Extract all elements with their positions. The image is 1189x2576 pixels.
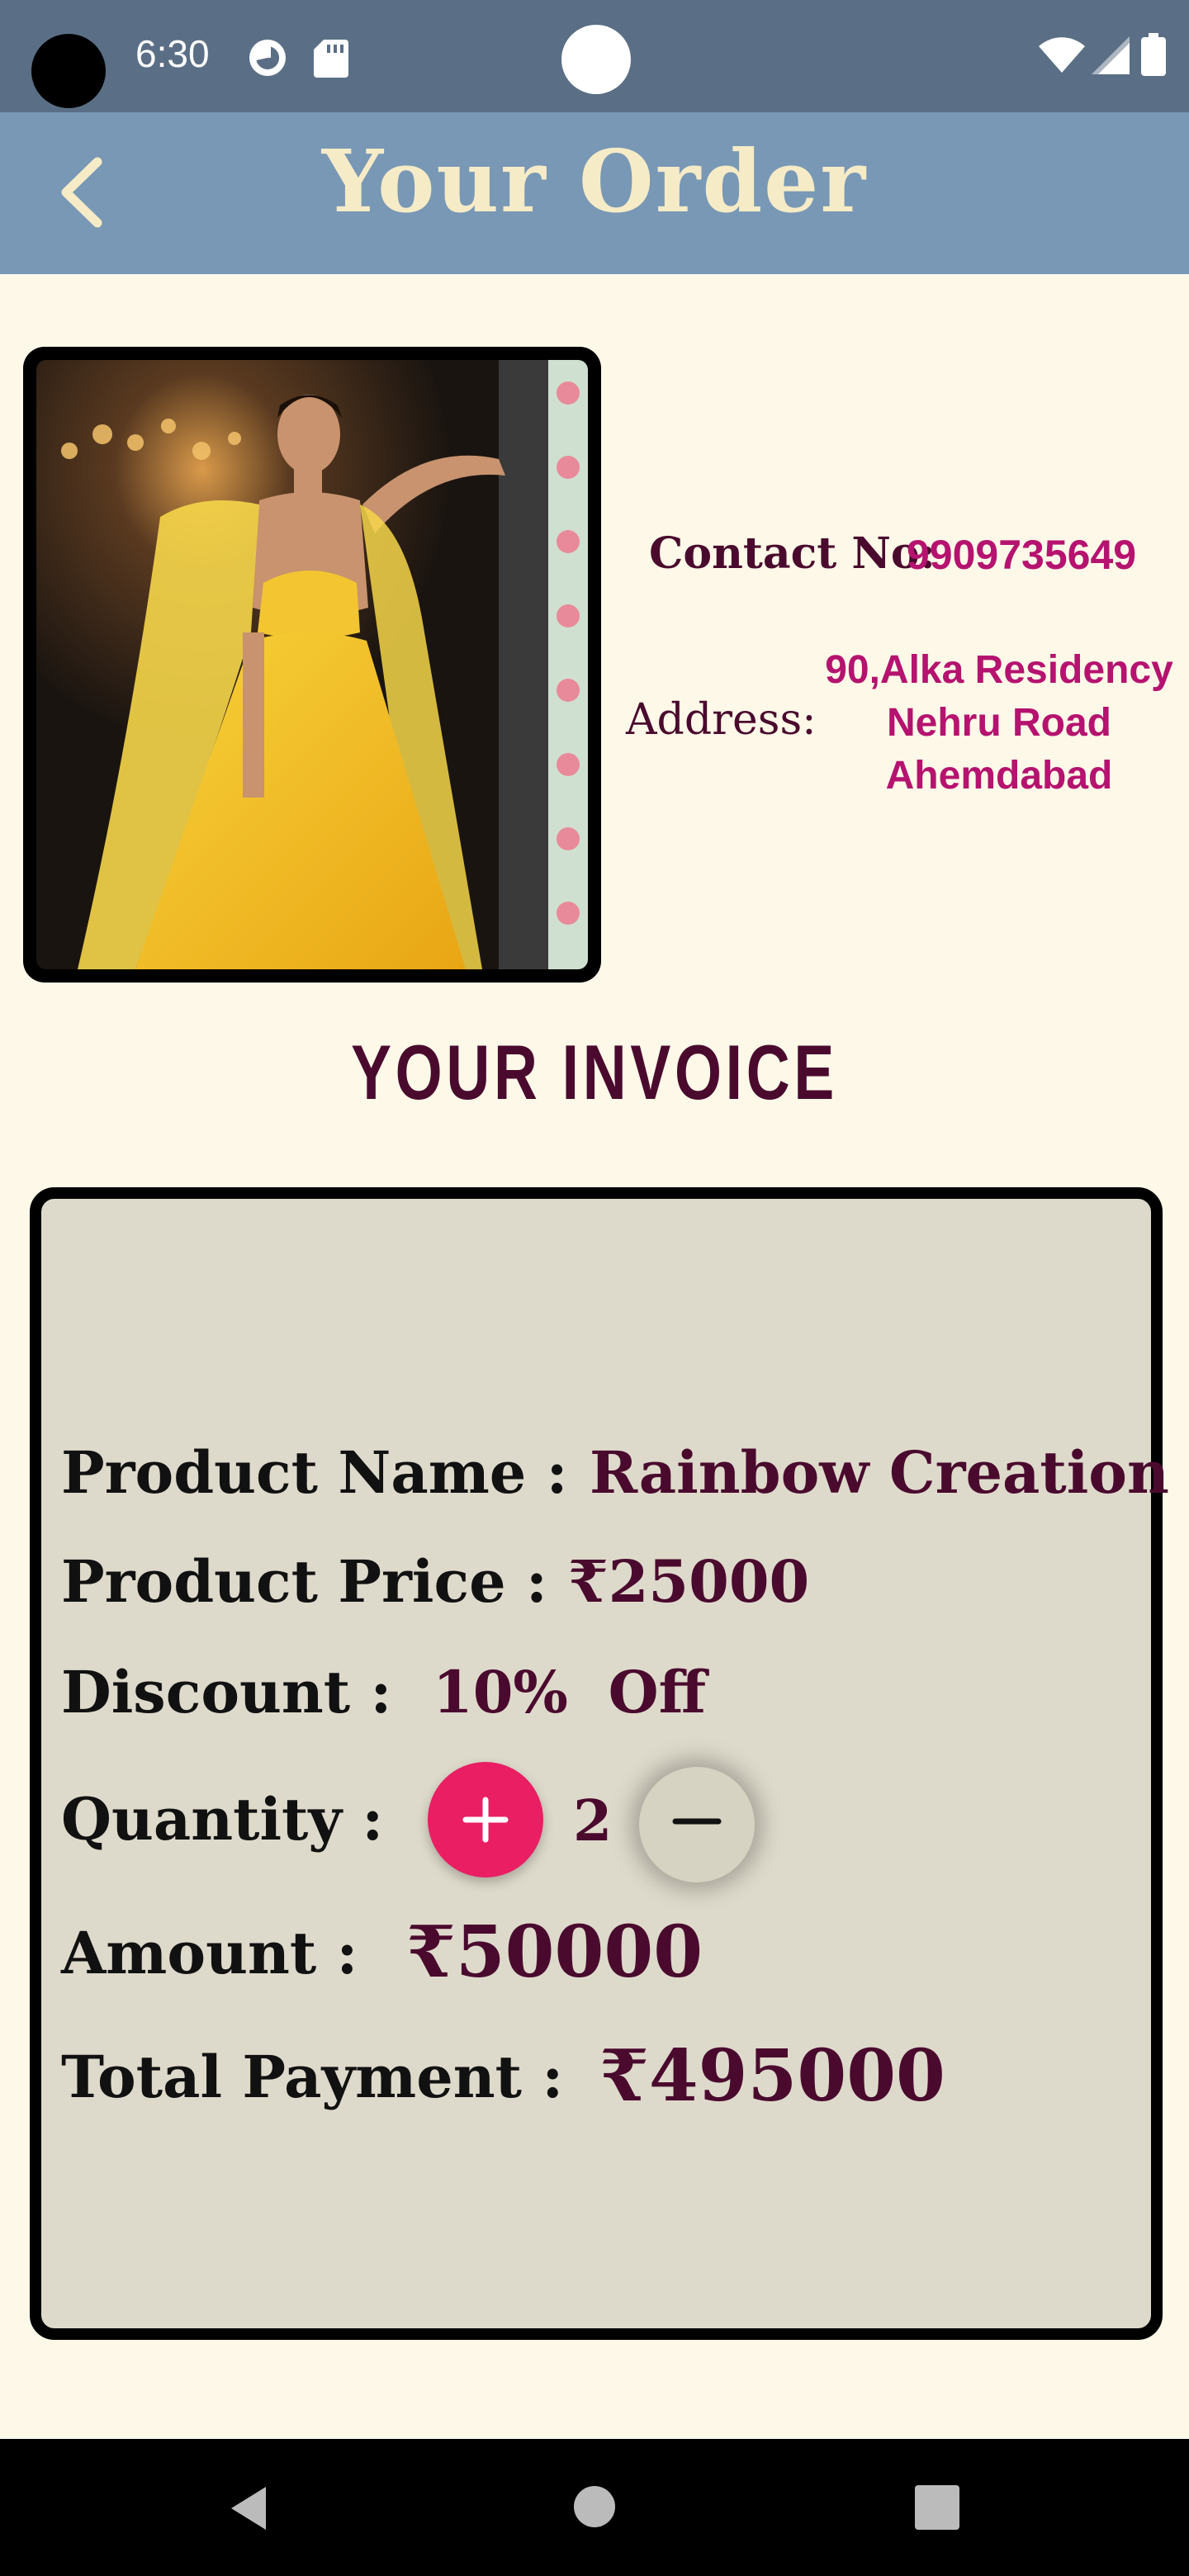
front-camera-cutout bbox=[31, 34, 106, 108]
product-price-label: Product Price : bbox=[61, 1547, 547, 1616]
page-title: Your Order bbox=[321, 130, 868, 232]
decrease-quantity-button[interactable] bbox=[639, 1767, 755, 1882]
product-image bbox=[36, 360, 588, 969]
product-name-label: Product Name : bbox=[61, 1438, 568, 1507]
product-image-frame bbox=[23, 347, 601, 983]
address-label: Address: bbox=[626, 695, 817, 745]
minus-icon bbox=[672, 1818, 722, 1825]
sd-card-icon bbox=[314, 40, 348, 78]
nav-back-icon[interactable] bbox=[226, 2485, 272, 2531]
amount-label: Amount : bbox=[61, 1919, 358, 1987]
battery-icon bbox=[1141, 33, 1166, 76]
increase-quantity-button[interactable] bbox=[428, 1762, 543, 1878]
invoice-card bbox=[30, 1187, 1163, 2340]
address-value: 90,Alka Residency Nehru Road Ahemdabad bbox=[809, 644, 1189, 803]
system-nav-bar bbox=[0, 2439, 1189, 2576]
address-line: Nehru Road bbox=[886, 701, 1111, 745]
status-time: 6:30 bbox=[135, 32, 210, 75]
center-camera-dot bbox=[561, 25, 631, 94]
plus-icon bbox=[462, 1797, 509, 1843]
invoice-title: YOUR INVOICE bbox=[351, 1029, 838, 1115]
nav-home-icon[interactable] bbox=[573, 2485, 616, 2528]
total-payment-value: ₹495000 bbox=[599, 2034, 945, 2118]
address-line: Ahemdabad bbox=[885, 754, 1113, 798]
wifi-icon bbox=[1039, 37, 1085, 73]
product-price-value: ₹25000 bbox=[568, 1547, 810, 1616]
quantity-label: Quantity : bbox=[61, 1785, 384, 1854]
amount-value: ₹50000 bbox=[406, 1911, 703, 1994]
data-saver-icon bbox=[249, 40, 286, 76]
discount-label: Discount : bbox=[61, 1658, 392, 1726]
status-bar: 6:30 bbox=[0, 0, 1189, 112]
address-line: 90,Alka Residency bbox=[825, 648, 1173, 692]
cellular-signal-icon bbox=[1092, 36, 1130, 74]
contact-number: 9909735649 bbox=[907, 532, 1137, 578]
product-name-value: Rainbow Creation bbox=[590, 1438, 1169, 1507]
nav-recents-icon[interactable] bbox=[915, 2485, 959, 2530]
total-payment-label: Total Payment : bbox=[61, 2043, 564, 2111]
contact-label: Contact No: bbox=[649, 528, 936, 579]
quantity-value: 2 bbox=[573, 1788, 613, 1854]
discount-value: 10% Off bbox=[433, 1658, 707, 1726]
